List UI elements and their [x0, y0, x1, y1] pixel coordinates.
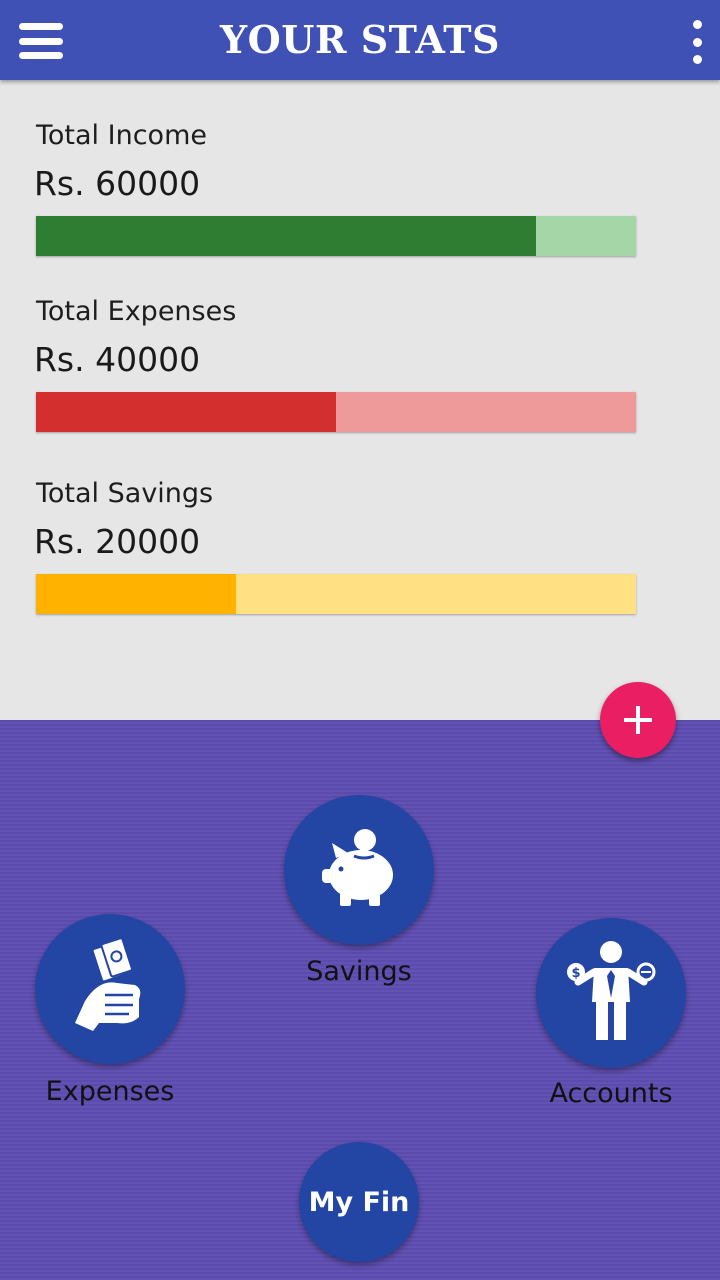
expenses-progress-fill: [36, 392, 336, 432]
accounts-label: Accounts: [549, 1078, 673, 1109]
accounts-button[interactable]: $: [536, 918, 686, 1068]
expenses-label: Expenses: [45, 1076, 175, 1107]
income-progress-bar: [36, 216, 636, 256]
kebab-dot: [692, 20, 702, 29]
kebab-menu-icon[interactable]: [688, 20, 706, 64]
myfin-label: My Fin: [308, 1186, 410, 1218]
stat-value-income: Rs. 60000: [34, 164, 201, 203]
app-bar: YOUR STATS: [0, 0, 720, 80]
page-title: YOUR STATS: [220, 17, 500, 62]
income-progress-fill: [36, 216, 536, 256]
stat-label-savings: Total Savings: [36, 478, 214, 509]
stat-value-savings: Rs. 20000: [34, 522, 201, 561]
businessman-icon: $: [567, 941, 656, 1040]
hand-money-icon: [75, 939, 141, 1031]
svg-text:$: $: [571, 966, 580, 981]
stats-section: Total Income Rs. 60000 Total Expenses Rs…: [0, 80, 720, 720]
kebab-dot: [692, 37, 702, 47]
expenses-button[interactable]: [35, 914, 185, 1064]
kebab-dot: [692, 55, 702, 64]
savings-label: Savings: [306, 956, 412, 987]
stat-value-expenses: Rs. 40000: [34, 340, 201, 379]
savings-button[interactable]: [284, 795, 434, 945]
expenses-progress-bar: [36, 392, 636, 432]
savings-progress-bar: [36, 574, 636, 614]
savings-progress-fill: [36, 574, 236, 614]
piggy-bank-icon: [322, 829, 393, 906]
stat-label-income: Total Income: [36, 120, 207, 151]
stat-label-expenses: Total Expenses: [36, 296, 237, 327]
myfin-button[interactable]: My Fin: [299, 1142, 419, 1262]
add-fab-plus-icon[interactable]: [600, 682, 676, 758]
